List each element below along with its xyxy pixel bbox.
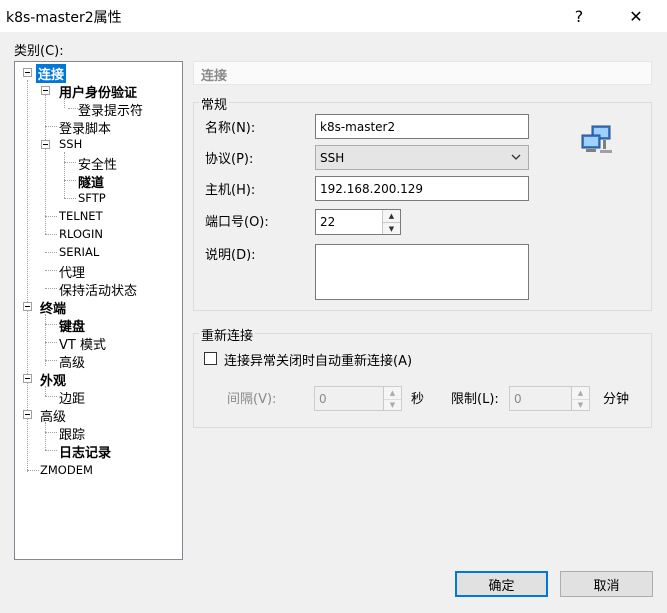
tree-item-login-prompt[interactable]: 登录提示符 bbox=[78, 100, 143, 119]
reconnect-group bbox=[193, 333, 652, 428]
port-down-button[interactable]: ▼ bbox=[382, 222, 400, 234]
reconnect-checkbox-label: 连接异常关闭时自动重新连接(A) bbox=[224, 354, 413, 369]
tree-item-tunnel[interactable]: 隧道 bbox=[78, 172, 104, 191]
tree-item-proxy[interactable]: 代理 bbox=[59, 262, 85, 281]
port-label: 端口号(O): bbox=[205, 215, 269, 230]
close-button[interactable]: ✕ bbox=[613, 0, 659, 32]
interval-label: 间隔(V): bbox=[227, 392, 277, 407]
tree-item-logging[interactable]: 日志记录 bbox=[59, 442, 111, 461]
cancel-button[interactable]: 取消 bbox=[560, 571, 653, 597]
port-up-button[interactable]: ▲ bbox=[382, 210, 400, 222]
tree-line bbox=[64, 162, 76, 163]
name-input[interactable]: k8s-master2 bbox=[315, 114, 529, 139]
tree-line bbox=[64, 180, 76, 181]
collapse-icon[interactable] bbox=[41, 140, 50, 149]
tree-line bbox=[68, 108, 78, 109]
interval-input[interactable]: 0 ▲ ▼ bbox=[314, 386, 402, 411]
port-input[interactable]: 22 ▲ ▼ bbox=[315, 209, 401, 235]
description-label: 说明(D): bbox=[205, 248, 256, 263]
name-label: 名称(N): bbox=[205, 121, 256, 136]
host-label: 主机(H): bbox=[205, 183, 256, 198]
panel-header-title: 连接 bbox=[201, 69, 228, 84]
tree-item-trace[interactable]: 跟踪 bbox=[59, 424, 85, 443]
close-icon: ✕ bbox=[629, 6, 643, 26]
tree-line bbox=[45, 288, 57, 289]
limit-input[interactable]: 0 ▲ ▼ bbox=[509, 386, 590, 411]
minutes-unit: 分钟 bbox=[603, 392, 630, 407]
tree-item-serial[interactable]: SERIAL bbox=[59, 245, 99, 259]
tree-item-auth[interactable]: 用户身份验证 bbox=[59, 82, 137, 101]
tree-item-zmodem[interactable]: ZMODEM bbox=[40, 463, 93, 477]
tree-item-ssh[interactable]: SSH bbox=[59, 137, 82, 151]
tree-item-telnet[interactable]: TELNET bbox=[59, 209, 103, 223]
tree-line bbox=[27, 470, 39, 471]
limit-up-button[interactable]: ▲ bbox=[571, 387, 589, 399]
interval-down-button[interactable]: ▼ bbox=[383, 398, 401, 410]
tree-line bbox=[64, 152, 65, 198]
category-tree[interactable]: 连接 用户身份验证 登录提示符 登录脚本 SSH 安全性 隧道 SFTP TEL… bbox=[14, 61, 183, 560]
network-computers-icon bbox=[580, 124, 614, 160]
tree-line bbox=[45, 252, 57, 253]
interval-up-button[interactable]: ▲ bbox=[383, 387, 401, 399]
tree-line bbox=[45, 324, 57, 325]
collapse-icon[interactable] bbox=[23, 68, 32, 77]
tree-item-login-script[interactable]: 登录脚本 bbox=[59, 118, 111, 137]
collapse-icon[interactable] bbox=[41, 86, 50, 95]
tree-line bbox=[64, 198, 76, 199]
tree-item-vt-mode[interactable]: VT 模式 bbox=[59, 334, 106, 353]
tree-line bbox=[45, 234, 57, 235]
tree-item-keyboard[interactable]: 键盘 bbox=[59, 316, 85, 335]
tree-item-connection[interactable]: 连接 bbox=[36, 64, 67, 83]
limit-down-button[interactable]: ▼ bbox=[571, 398, 589, 410]
description-textarea[interactable] bbox=[315, 244, 529, 300]
tree-line bbox=[45, 432, 57, 433]
tree-line bbox=[45, 422, 46, 450]
tree-item-security[interactable]: 安全性 bbox=[78, 154, 117, 173]
tree-item-advanced[interactable]: 高级 bbox=[40, 406, 66, 425]
reconnect-checkbox[interactable] bbox=[204, 352, 217, 365]
tree-line bbox=[45, 360, 57, 361]
collapse-icon[interactable] bbox=[23, 374, 32, 383]
tree-line bbox=[45, 396, 57, 397]
seconds-unit: 秒 bbox=[411, 392, 425, 407]
tree-line bbox=[45, 314, 46, 366]
tree-line bbox=[45, 270, 57, 271]
help-icon: ? bbox=[574, 6, 584, 26]
tree-item-terminal[interactable]: 终端 bbox=[40, 298, 66, 317]
window-title: k8s-master2属性 bbox=[6, 10, 122, 26]
tree-line bbox=[45, 92, 46, 234]
tree-item-keepalive[interactable]: 保持活动状态 bbox=[59, 280, 137, 299]
collapse-icon[interactable] bbox=[23, 302, 32, 311]
tree-item-sftp[interactable]: SFTP bbox=[78, 191, 106, 205]
tree-item-terminal-advanced[interactable]: 高级 bbox=[59, 352, 85, 371]
tree-item-rlogin[interactable]: RLOGIN bbox=[59, 227, 103, 241]
host-input[interactable]: 192.168.200.129 bbox=[315, 176, 529, 201]
tree-line bbox=[45, 216, 57, 217]
general-group-title: 常规 bbox=[199, 94, 230, 113]
tree-line bbox=[45, 126, 57, 127]
tree-item-margin[interactable]: 边距 bbox=[59, 388, 85, 407]
help-button[interactable]: ? bbox=[556, 0, 602, 32]
chevron-down-icon bbox=[510, 151, 522, 166]
limit-label: 限制(L): bbox=[451, 392, 499, 407]
category-label: 类别(C): bbox=[14, 44, 64, 59]
ok-button[interactable]: 确定 bbox=[455, 571, 548, 597]
tree-item-appearance[interactable]: 外观 bbox=[40, 370, 66, 389]
tree-line bbox=[45, 342, 57, 343]
protocol-select[interactable]: SSH bbox=[315, 145, 529, 170]
collapse-icon[interactable] bbox=[23, 410, 32, 419]
tree-line bbox=[45, 450, 57, 451]
panel-header bbox=[193, 61, 652, 85]
protocol-label: 协议(P): bbox=[205, 152, 254, 167]
reconnect-group-title: 重新连接 bbox=[199, 325, 256, 344]
